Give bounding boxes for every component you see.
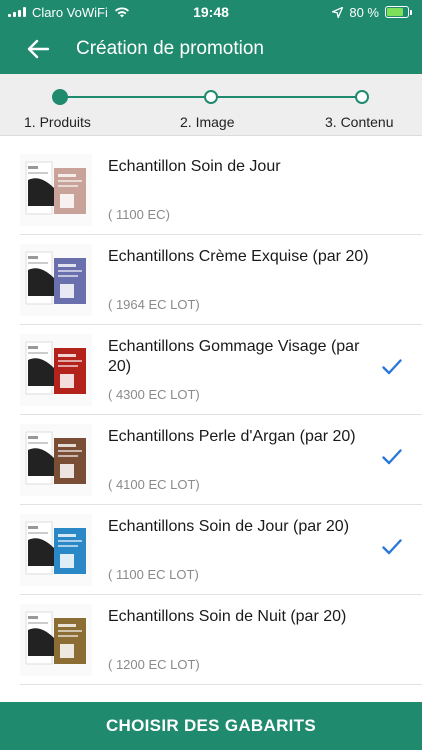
- step-label-contenu[interactable]: 3. Contenu: [325, 114, 394, 130]
- arrow-left-icon: [27, 39, 49, 59]
- carrier-label: Claro VoWiFi: [32, 4, 108, 20]
- wifi-icon: [114, 7, 129, 18]
- step-dot-image[interactable]: [204, 90, 218, 104]
- product-thumbnail: [20, 514, 92, 586]
- location-icon: [332, 6, 344, 18]
- list-item[interactable]: Echantillon Soin de Jour ( 1100 EC): [20, 145, 422, 235]
- product-thumbnail: [20, 334, 92, 406]
- product-name: Echantillons Gommage Visage (par 20): [108, 338, 360, 375]
- checkmark-icon: [382, 359, 402, 375]
- status-bar: Claro VoWiFi 19:48 80 %: [0, 0, 422, 24]
- header: Claro VoWiFi 19:48 80 % Création de prom…: [0, 0, 422, 74]
- product-thumbnail: [20, 244, 92, 316]
- list-item[interactable]: Echantillons Soin de Jour (par 20) ( 110…: [20, 505, 422, 595]
- checkmark-icon: [382, 449, 402, 465]
- product-price: ( 1964 EC LOT): [108, 297, 200, 312]
- list-item[interactable]: Echantillons Gommage Visage (par 20) ( 4…: [20, 325, 422, 415]
- signal-icon: [8, 7, 26, 17]
- choose-templates-button[interactable]: CHOISIR DES GABARITS: [0, 702, 422, 750]
- stepper: 1. Produits 2. Image 3. Contenu: [0, 74, 422, 136]
- step-label-image[interactable]: 2. Image: [180, 114, 234, 130]
- product-price: ( 4300 EC LOT): [108, 387, 200, 402]
- product-list: Echantillon Soin de Jour ( 1100 EC) Echa…: [0, 145, 422, 702]
- product-name: Echantillon Soin de Jour: [108, 158, 281, 175]
- list-item[interactable]: Echantillons Perle d'Argan (par 20) ( 41…: [20, 415, 422, 505]
- battery-percent: 80 %: [349, 4, 379, 20]
- product-name: Echantillons Crème Exquise (par 20): [108, 248, 369, 265]
- product-price: ( 4100 EC LOT): [108, 477, 200, 492]
- list-item[interactable]: Echantillons Soin de Nuit (par 20) ( 120…: [20, 595, 422, 685]
- step-label-produits[interactable]: 1. Produits: [24, 114, 91, 130]
- list-item[interactable]: Echantillons Crème Exquise (par 20) ( 19…: [20, 235, 422, 325]
- product-name: Echantillons Soin de Nuit (par 20): [108, 608, 347, 625]
- checkmark-icon: [382, 539, 402, 555]
- product-name: Echantillons Soin de Jour (par 20): [108, 518, 350, 535]
- app-bar: Création de promotion: [0, 24, 422, 74]
- product-thumbnail: [20, 154, 92, 226]
- product-thumbnail: [20, 604, 92, 676]
- product-name: Echantillons Perle d'Argan (par 20): [108, 428, 356, 445]
- clock: 19:48: [193, 4, 229, 20]
- product-price: ( 1100 EC): [108, 207, 170, 222]
- product-price: ( 1200 EC LOT): [108, 657, 200, 672]
- step-dot-produits[interactable]: [52, 89, 68, 105]
- back-button[interactable]: [24, 35, 52, 63]
- step-dot-contenu[interactable]: [355, 90, 369, 104]
- product-thumbnail: [20, 424, 92, 496]
- battery-icon: [385, 6, 412, 18]
- page-title: Création de promotion: [76, 38, 264, 59]
- product-price: ( 1100 EC LOT): [108, 567, 199, 582]
